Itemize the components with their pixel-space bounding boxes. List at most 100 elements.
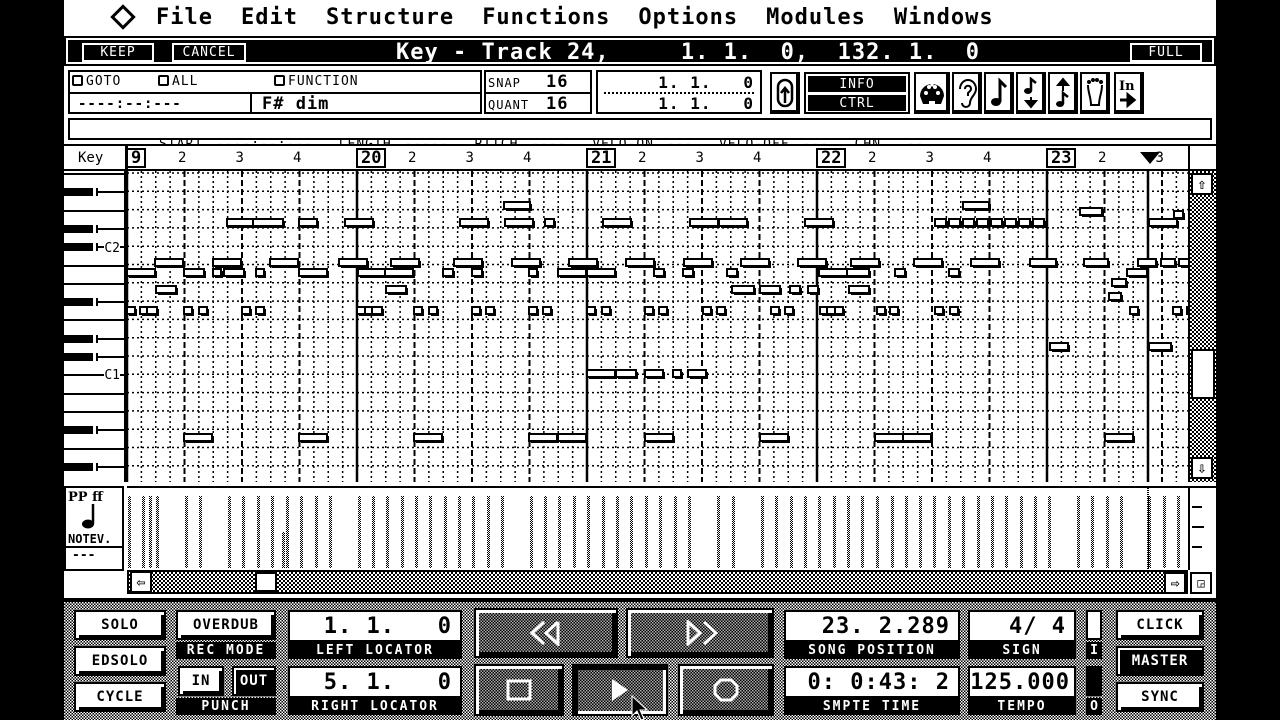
midi-note[interactable] xyxy=(568,258,599,268)
midi-note[interactable] xyxy=(874,433,905,443)
midi-note[interactable] xyxy=(949,306,960,316)
velocity-bar[interactable] xyxy=(847,496,850,568)
midi-note[interactable] xyxy=(453,258,484,268)
midi-note[interactable] xyxy=(226,218,256,228)
midi-note[interactable] xyxy=(459,218,490,228)
velocity-bar[interactable] xyxy=(1177,496,1180,568)
midi-note[interactable] xyxy=(255,268,266,278)
midi-note[interactable] xyxy=(154,258,185,268)
midi-note[interactable] xyxy=(485,306,496,316)
stop-button[interactable] xyxy=(474,664,564,716)
midi-note[interactable] xyxy=(1172,306,1183,316)
edsolo-button[interactable]: EDSOLO xyxy=(74,646,166,676)
midi-note[interactable] xyxy=(889,306,900,316)
midi-note[interactable] xyxy=(298,433,329,443)
midi-note[interactable] xyxy=(471,306,482,316)
velocity-bar[interactable] xyxy=(717,496,720,568)
midi-note[interactable] xyxy=(471,268,484,278)
vertical-scroll-thumb[interactable] xyxy=(1191,349,1215,399)
midi-note[interactable] xyxy=(1137,258,1158,268)
velocity-bar[interactable] xyxy=(1005,496,1008,568)
velocity-bar[interactable] xyxy=(905,496,908,568)
midi-note[interactable] xyxy=(371,306,384,316)
midi-note[interactable] xyxy=(934,306,945,316)
midi-note[interactable] xyxy=(298,268,329,278)
midi-note[interactable] xyxy=(850,258,881,268)
midi-note[interactable] xyxy=(384,268,415,278)
midi-note[interactable] xyxy=(644,369,665,379)
midi-note[interactable] xyxy=(413,306,424,316)
menu-file[interactable]: File xyxy=(156,5,213,30)
cycle-button[interactable]: CYCLE xyxy=(74,682,166,712)
time-signature-value[interactable]: 4/ 4 xyxy=(968,610,1076,642)
midi-note[interactable] xyxy=(718,218,749,228)
velocity-bar[interactable] xyxy=(358,496,361,568)
velocity-bar[interactable] xyxy=(415,496,418,568)
midi-note[interactable] xyxy=(948,268,961,278)
note-grid[interactable] xyxy=(127,171,1188,482)
midi-note[interactable] xyxy=(127,268,157,278)
goto-position-field[interactable]: ----:--:--- xyxy=(78,96,182,112)
velocity-bar[interactable] xyxy=(429,496,432,568)
black-key[interactable] xyxy=(64,188,96,197)
menu-structure[interactable]: Structure xyxy=(326,5,454,30)
velocity-bar[interactable] xyxy=(149,496,152,568)
velocity-bar[interactable] xyxy=(587,496,590,568)
midi-note[interactable] xyxy=(848,285,871,295)
menu-edit[interactable]: Edit xyxy=(241,5,298,30)
velocity-bar[interactable] xyxy=(1120,496,1123,568)
midi-note[interactable] xyxy=(672,369,683,379)
midi-note[interactable] xyxy=(683,258,714,268)
horizontal-scrollbar[interactable]: ⇦ xyxy=(127,570,1188,594)
midi-note[interactable] xyxy=(269,258,300,268)
velocity-bar[interactable] xyxy=(372,496,375,568)
overdub-button[interactable]: OVERDUB xyxy=(176,610,276,640)
midi-note[interactable] xyxy=(902,433,933,443)
ruler-bar-9[interactable]: 9 xyxy=(126,148,147,168)
foot-icon[interactable] xyxy=(1080,72,1110,114)
velocity-bar[interactable] xyxy=(142,496,145,568)
record-button[interactable] xyxy=(678,664,774,716)
smpte-time-value[interactable]: 0: 0:43: 2 xyxy=(784,666,960,698)
song-position-value[interactable]: 23. 2.289 xyxy=(784,610,960,642)
velocity-bar[interactable] xyxy=(530,496,533,568)
click-button[interactable]: CLICK xyxy=(1116,610,1204,640)
fast-forward-button[interactable] xyxy=(626,608,774,658)
velocity-bar[interactable] xyxy=(804,496,807,568)
velocity-bar[interactable] xyxy=(602,496,605,568)
midi-note[interactable] xyxy=(1029,258,1058,268)
velocity-bar[interactable] xyxy=(286,496,289,568)
midi-note[interactable] xyxy=(625,258,656,268)
velocity-bar[interactable] xyxy=(300,496,303,568)
velocity-bar[interactable] xyxy=(1106,496,1109,568)
midi-note[interactable] xyxy=(241,306,252,316)
velocity-bar[interactable] xyxy=(1020,496,1023,568)
scroll-up-icon[interactable]: ⇧ xyxy=(1191,173,1213,195)
velocity-bar[interactable] xyxy=(991,496,994,568)
black-key[interactable] xyxy=(64,353,96,361)
midi-note[interactable] xyxy=(934,218,948,228)
velocity-bar[interactable] xyxy=(962,496,965,568)
velocity-bar[interactable] xyxy=(775,496,778,568)
midi-note[interactable] xyxy=(252,218,285,228)
velocity-bar[interactable] xyxy=(630,496,633,568)
velocity-bar[interactable] xyxy=(1034,496,1037,568)
midi-note[interactable] xyxy=(542,306,553,316)
velocity-bar[interactable] xyxy=(199,496,202,568)
velocity-bar[interactable] xyxy=(732,496,735,568)
left-locator-value[interactable]: 1. 1. 0 xyxy=(288,610,462,642)
midi-note[interactable] xyxy=(1004,218,1018,228)
velocity-bar[interactable] xyxy=(761,496,764,568)
right-locator-value[interactable]: 5. 1. 0 xyxy=(288,666,462,698)
midi-note[interactable] xyxy=(212,268,223,278)
midi-note[interactable] xyxy=(511,258,542,268)
midi-note[interactable] xyxy=(183,433,214,443)
resize-window-icon[interactable]: ◲ xyxy=(1190,572,1212,594)
midi-note[interactable] xyxy=(155,285,178,295)
midi-note[interactable] xyxy=(1126,268,1149,278)
velocity-bar[interactable] xyxy=(242,496,245,568)
midi-note[interactable] xyxy=(962,218,976,228)
ear-icon[interactable] xyxy=(952,72,982,114)
function-checkbox[interactable]: FUNCTION xyxy=(274,74,359,89)
velocity-bar[interactable] xyxy=(501,496,504,568)
